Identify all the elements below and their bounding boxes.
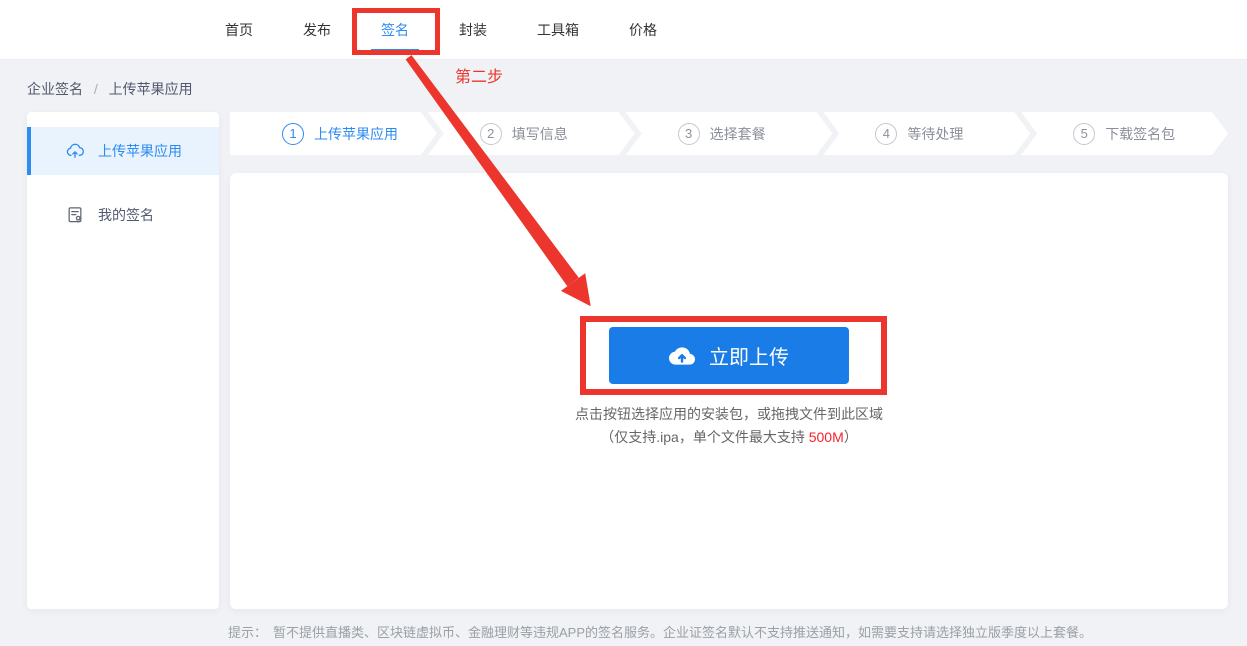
step-3-choose-plan: 3 选择套餐 xyxy=(626,112,833,155)
upload-hint-line1: 点击按钮选择应用的安装包，或拖拽文件到此区域 xyxy=(575,406,883,422)
step-number: 1 xyxy=(282,123,304,145)
hint-prefix: （仅支持.ipa，单个文件最大支持 xyxy=(600,429,809,445)
step-1-upload: 1 上传苹果应用 xyxy=(230,112,437,155)
signature-doc-icon xyxy=(65,205,85,225)
tip-label: 提示： xyxy=(228,625,268,640)
step-label: 选择套餐 xyxy=(709,125,766,142)
top-navbar: 首页 发布 签名 封装 工具箱 价格 xyxy=(0,0,1247,60)
sidebar: 上传苹果应用 我的签名 xyxy=(27,112,219,609)
nav-item-publish[interactable]: 发布 xyxy=(303,20,331,40)
breadcrumb-parent[interactable]: 企业签名 xyxy=(27,81,83,97)
step-label: 上传苹果应用 xyxy=(314,125,398,142)
step-wizard: 1 上传苹果应用 2 填写信息 3 选择套餐 4 等待处理 5 下载签名包 xyxy=(230,112,1228,155)
breadcrumb-separator: / xyxy=(93,81,98,97)
app-signing-page: { "nav": { "items": [ { "label": "首页" },… xyxy=(0,0,1247,646)
step-number: 5 xyxy=(1073,123,1095,145)
upload-button-label: 立即上传 xyxy=(709,347,789,369)
nav-item-signing[interactable]: 签名 xyxy=(381,20,409,40)
step-number: 3 xyxy=(678,123,700,145)
step-label: 填写信息 xyxy=(511,125,568,142)
cloud-upload-icon xyxy=(65,141,85,161)
sidebar-item-label: 上传苹果应用 xyxy=(98,143,182,159)
footer-tip: 提示： 暂不提供直播类、区块链虚拟币、金融理财等违规APP的签名服务。企业证签名默… xyxy=(228,622,1092,641)
nav-item-pricing[interactable]: 价格 xyxy=(629,20,657,40)
upload-dropzone-card[interactable]: 立即上传 点击按钮选择应用的安装包，或拖拽文件到此区域 （仅支持.ipa，单个文… xyxy=(230,173,1228,609)
step-number: 2 xyxy=(480,123,502,145)
cloud-upload-filled-icon xyxy=(669,343,695,369)
sidebar-item-upload-app[interactable]: 上传苹果应用 xyxy=(27,127,219,175)
step-5-download: 5 下载签名包 xyxy=(1021,112,1228,155)
breadcrumb-current: 上传苹果应用 xyxy=(108,81,193,97)
upload-now-button[interactable]: 立即上传 xyxy=(609,327,849,384)
breadcrumb: 企业签名 / 上传苹果应用 xyxy=(27,79,193,99)
sidebar-item-my-signatures[interactable]: 我的签名 xyxy=(27,191,219,239)
hint-suffix: ） xyxy=(843,429,858,445)
max-size-value: 500M xyxy=(808,429,844,445)
nav-items: 首页 发布 签名 封装 工具箱 价格 xyxy=(225,0,657,60)
sidebar-item-label: 我的签名 xyxy=(98,207,154,223)
nav-item-package[interactable]: 封装 xyxy=(459,20,487,40)
nav-item-home[interactable]: 首页 xyxy=(225,20,253,40)
step-label: 下载签名包 xyxy=(1105,125,1176,142)
step-label: 等待处理 xyxy=(907,125,964,142)
step-2-fill-info: 2 填写信息 xyxy=(428,112,635,155)
tip-text: 暂不提供直播类、区块链虚拟币、金融理财等违规APP的签名服务。企业证签名默认不支… xyxy=(273,625,1093,640)
nav-item-toolbox[interactable]: 工具箱 xyxy=(537,20,579,40)
annotation-step2-label: 第二步 xyxy=(455,69,504,86)
step-4-processing: 4 等待处理 xyxy=(823,112,1030,155)
step-number: 4 xyxy=(875,123,897,145)
upload-hint-line2: （仅支持.ipa，单个文件最大支持 500M） xyxy=(230,427,1228,447)
